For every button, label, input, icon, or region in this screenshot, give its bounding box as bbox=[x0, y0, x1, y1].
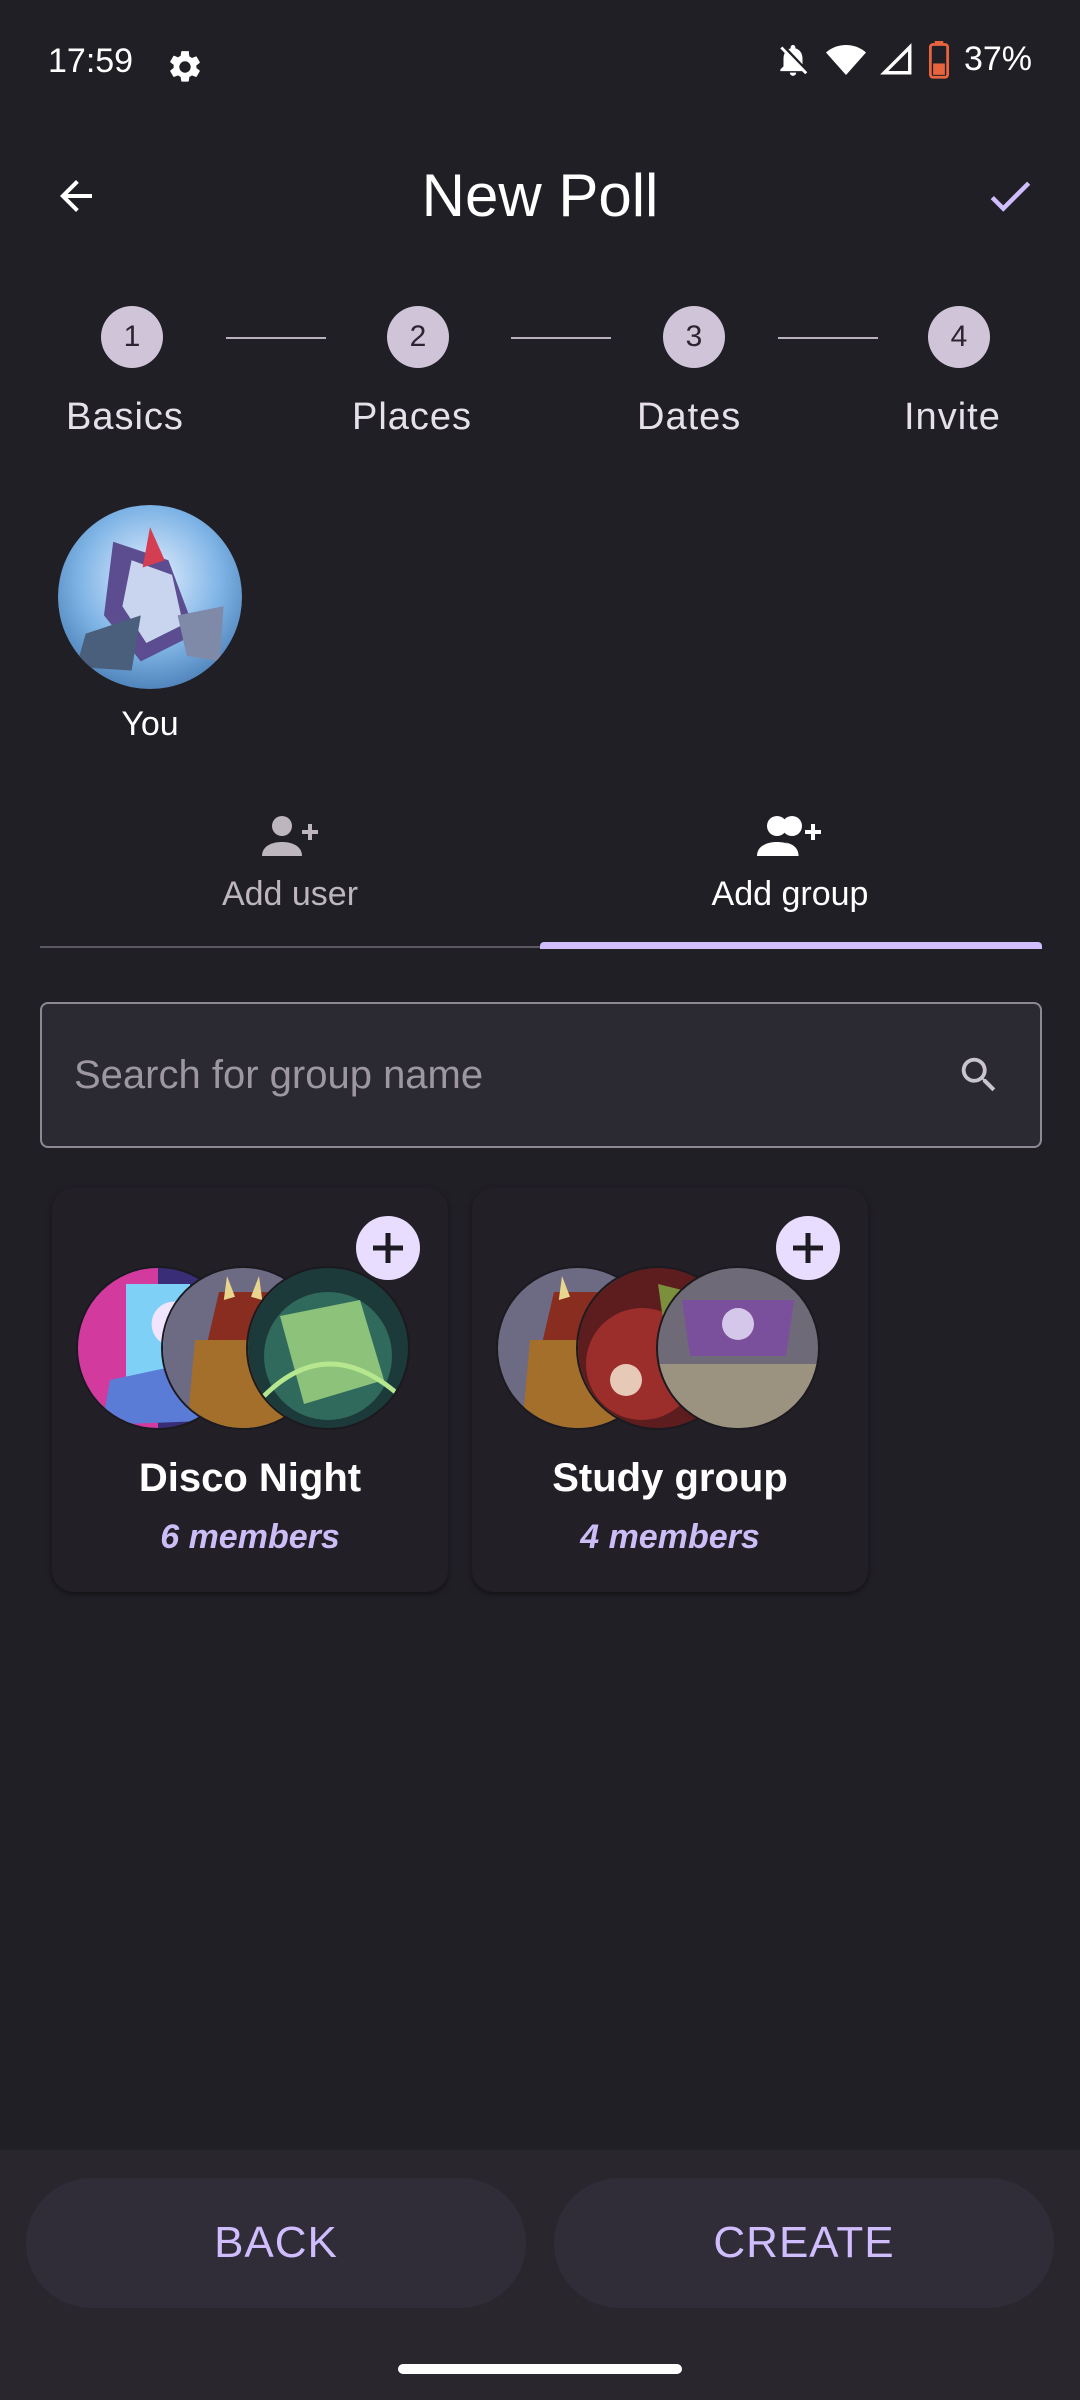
plus-icon bbox=[373, 1233, 403, 1263]
check-icon bbox=[990, 181, 1031, 212]
status-icons: 37% bbox=[774, 40, 1032, 79]
step-4-circle[interactable]: 4 bbox=[928, 306, 990, 368]
tab-add-group[interactable]: Add group bbox=[540, 810, 1040, 940]
group-name: Study group bbox=[552, 1456, 788, 1500]
step-3-circle[interactable]: 3 bbox=[663, 306, 725, 368]
member-avatar bbox=[246, 1266, 410, 1430]
member-avatar bbox=[656, 1266, 820, 1430]
step-connector bbox=[778, 337, 878, 339]
confirm-button[interactable] bbox=[970, 160, 1050, 232]
signal-icon bbox=[880, 42, 912, 74]
stepper: 1 2 3 4 Basics Places Dates Invite bbox=[0, 290, 1080, 450]
create-button[interactable]: CREATE bbox=[554, 2178, 1054, 2308]
plus-icon bbox=[793, 1233, 823, 1263]
step-1-label: Basics bbox=[66, 396, 184, 438]
step-4-label: Invite bbox=[904, 396, 1001, 438]
group-card-disco-night[interactable]: Disco Night 6 members bbox=[52, 1188, 448, 1592]
tab-add-group-label: Add group bbox=[711, 875, 869, 913]
group-search-input[interactable] bbox=[72, 1034, 936, 1116]
battery-icon bbox=[928, 40, 949, 79]
tab-add-user-label: Add user bbox=[221, 875, 359, 913]
group-member-avatars bbox=[496, 1266, 826, 1430]
group-name: Disco Night bbox=[138, 1456, 362, 1500]
group-add-icon bbox=[757, 816, 821, 856]
step-connector bbox=[226, 337, 326, 339]
group-search-field[interactable] bbox=[40, 1002, 1042, 1148]
group-member-avatars bbox=[76, 1266, 410, 1430]
group-member-count: 6 members bbox=[160, 1518, 340, 1556]
person-add-icon bbox=[262, 816, 318, 856]
back-button[interactable]: BACK bbox=[26, 2178, 526, 2308]
group-card-study-group[interactable]: Study group 4 members bbox=[472, 1188, 868, 1592]
page-title: New Poll bbox=[421, 162, 659, 229]
wifi-icon bbox=[825, 44, 866, 75]
settings-gear-icon bbox=[170, 51, 200, 82]
step-connector bbox=[511, 337, 611, 339]
notifications-off-icon bbox=[780, 44, 808, 76]
status-time: 17:59 bbox=[48, 42, 134, 80]
search-icon[interactable] bbox=[956, 1052, 1002, 1098]
avatar-you-label: You bbox=[121, 705, 179, 743]
home-indicator[interactable] bbox=[398, 2364, 682, 2374]
tab-add-user[interactable]: Add user bbox=[40, 810, 540, 940]
step-2-circle[interactable]: 2 bbox=[387, 306, 449, 368]
step-3-label: Dates bbox=[637, 396, 742, 438]
tab-active-indicator bbox=[540, 942, 1042, 949]
step-2-label: Places bbox=[352, 396, 473, 438]
step-1-circle[interactable]: 1 bbox=[101, 306, 163, 368]
avatar-you bbox=[58, 505, 242, 689]
group-member-count: 4 members bbox=[580, 1518, 760, 1556]
battery-percent: 37% bbox=[963, 40, 1032, 78]
